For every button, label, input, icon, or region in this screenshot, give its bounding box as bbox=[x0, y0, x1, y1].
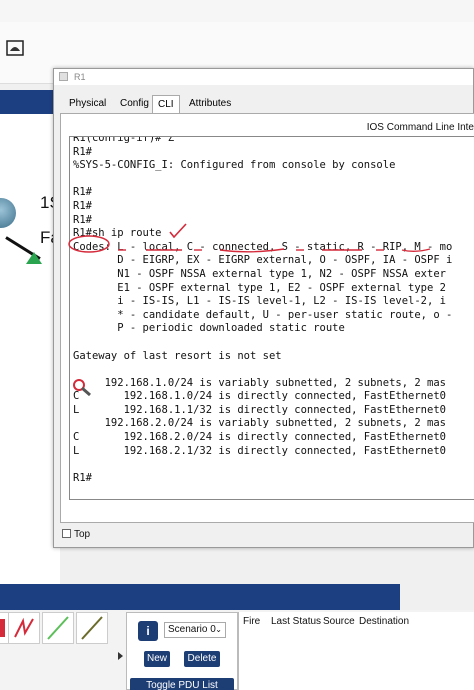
terminal-line: Codes: L - local, C - connected, S - sta… bbox=[73, 240, 453, 253]
column-last-status[interactable]: Last Status bbox=[271, 616, 321, 627]
crossover-cable-icon[interactable] bbox=[8, 612, 40, 644]
terminal-line: R1# bbox=[73, 471, 92, 484]
window-title-bar[interactable]: R1 bbox=[54, 69, 473, 85]
delete-pdu-button[interactable]: Delete bbox=[184, 651, 220, 667]
terminal-line: %SYS-5-CONFIG_I: Configured from console… bbox=[73, 159, 396, 172]
terminal-line: i - IS-IS, L1 - IS-IS level-1, L2 - IS-I… bbox=[73, 295, 446, 308]
r1-window: R1 Physical Config CLI Attributes IOS Co… bbox=[53, 68, 474, 548]
tab-cli[interactable]: CLI bbox=[152, 95, 180, 113]
logical-workspace[interactable] bbox=[0, 114, 60, 584]
workspace-logo-icon[interactable] bbox=[6, 40, 24, 56]
terminal-line: C 192.168.1.0/24 is directly connected, … bbox=[73, 390, 446, 403]
tab-cli-label: CLI bbox=[158, 99, 174, 110]
terminal-line: R1# bbox=[73, 213, 92, 226]
cli-terminal[interactable]: R1(config-if)#^Z R1# %SYS-5-CONFIG_I: Conf… bbox=[69, 136, 474, 500]
terminal-line: 192.168.2.0/24 is variably subnetted, 2 … bbox=[73, 417, 446, 430]
terminal-line: C 192.168.2.0/24 is directly connected, … bbox=[73, 431, 446, 444]
router-window-icon bbox=[59, 72, 68, 81]
cli-heading: IOS Command Line Inte bbox=[366, 122, 474, 133]
terminal-output: R1(config-if)#^Z R1# %SYS-5-CONFIG_I: Conf… bbox=[73, 136, 453, 485]
fiber-cable-icon[interactable] bbox=[76, 612, 108, 644]
pdu-table: Fire Last Status Source Destination bbox=[238, 612, 474, 690]
new-pdu-button[interactable]: New bbox=[144, 651, 170, 667]
checkbox-icon[interactable] bbox=[62, 529, 71, 538]
terminal-line: R1# bbox=[73, 145, 92, 158]
collapse-arrow-icon[interactable] bbox=[118, 652, 123, 660]
toggle-pdu-list-button[interactable]: Toggle PDU List Window bbox=[130, 678, 234, 690]
terminal-line: L 192.168.1.1/32 is directly connected, … bbox=[73, 403, 446, 416]
link-indicator-icon bbox=[26, 252, 42, 264]
terminal-line: Gateway of last resort is not set bbox=[73, 349, 282, 362]
column-source[interactable]: Source bbox=[323, 616, 355, 627]
top-strip bbox=[0, 0, 474, 22]
scenario-select[interactable]: Scenario 0 ⌄ bbox=[164, 622, 226, 638]
terminal-line: L 192.168.2.1/32 is directly connected, … bbox=[73, 444, 446, 457]
terminal-line: * - candidate default, U - per-user stat… bbox=[73, 308, 453, 321]
terminal-line: R1(config-if)#^Z bbox=[73, 136, 175, 144]
straight-cable-icon[interactable] bbox=[42, 612, 74, 644]
window-title: R1 bbox=[74, 72, 86, 82]
tab-config[interactable]: Config bbox=[115, 95, 154, 113]
terminal-line: E1 - OSPF external type 1, E2 - OSPF ext… bbox=[73, 281, 446, 294]
bottom-bar bbox=[0, 584, 400, 610]
top-checkbox[interactable]: Top bbox=[62, 529, 90, 540]
cli-panel: IOS Command Line Inte R1(config-if)#^Z R1… bbox=[60, 113, 474, 523]
scenario-select-value: Scenario 0 bbox=[168, 624, 216, 635]
magnifier-cursor-icon bbox=[73, 379, 91, 396]
tab-physical[interactable]: Physical bbox=[64, 95, 111, 113]
terminal-line: R1# bbox=[73, 199, 92, 212]
terminal-line: 192.168.1.0/24 is variably subnetted, 2 … bbox=[73, 376, 446, 389]
top-checkbox-label: Top bbox=[74, 529, 91, 540]
column-destination[interactable]: Destination bbox=[359, 616, 409, 627]
terminal-line: R1# bbox=[73, 186, 92, 199]
terminal-line: R1#sh ip route bbox=[73, 227, 162, 240]
terminal-line: N1 - OSPF NSSA external type 1, N2 - OSP… bbox=[73, 267, 446, 280]
tab-attributes[interactable]: Attributes bbox=[184, 95, 236, 113]
terminal-line: P - periodic downloaded static route bbox=[73, 322, 345, 335]
workspace-header-bar bbox=[0, 90, 60, 114]
column-fire[interactable]: Fire bbox=[243, 616, 260, 627]
chevron-down-icon: ⌄ bbox=[215, 625, 222, 634]
tab-bar: Physical Config CLI Attributes bbox=[54, 95, 473, 113]
info-icon[interactable]: i bbox=[138, 621, 158, 641]
terminal-line: D - EIGRP, EX - EIGRP external, O - OSPF… bbox=[73, 254, 453, 267]
